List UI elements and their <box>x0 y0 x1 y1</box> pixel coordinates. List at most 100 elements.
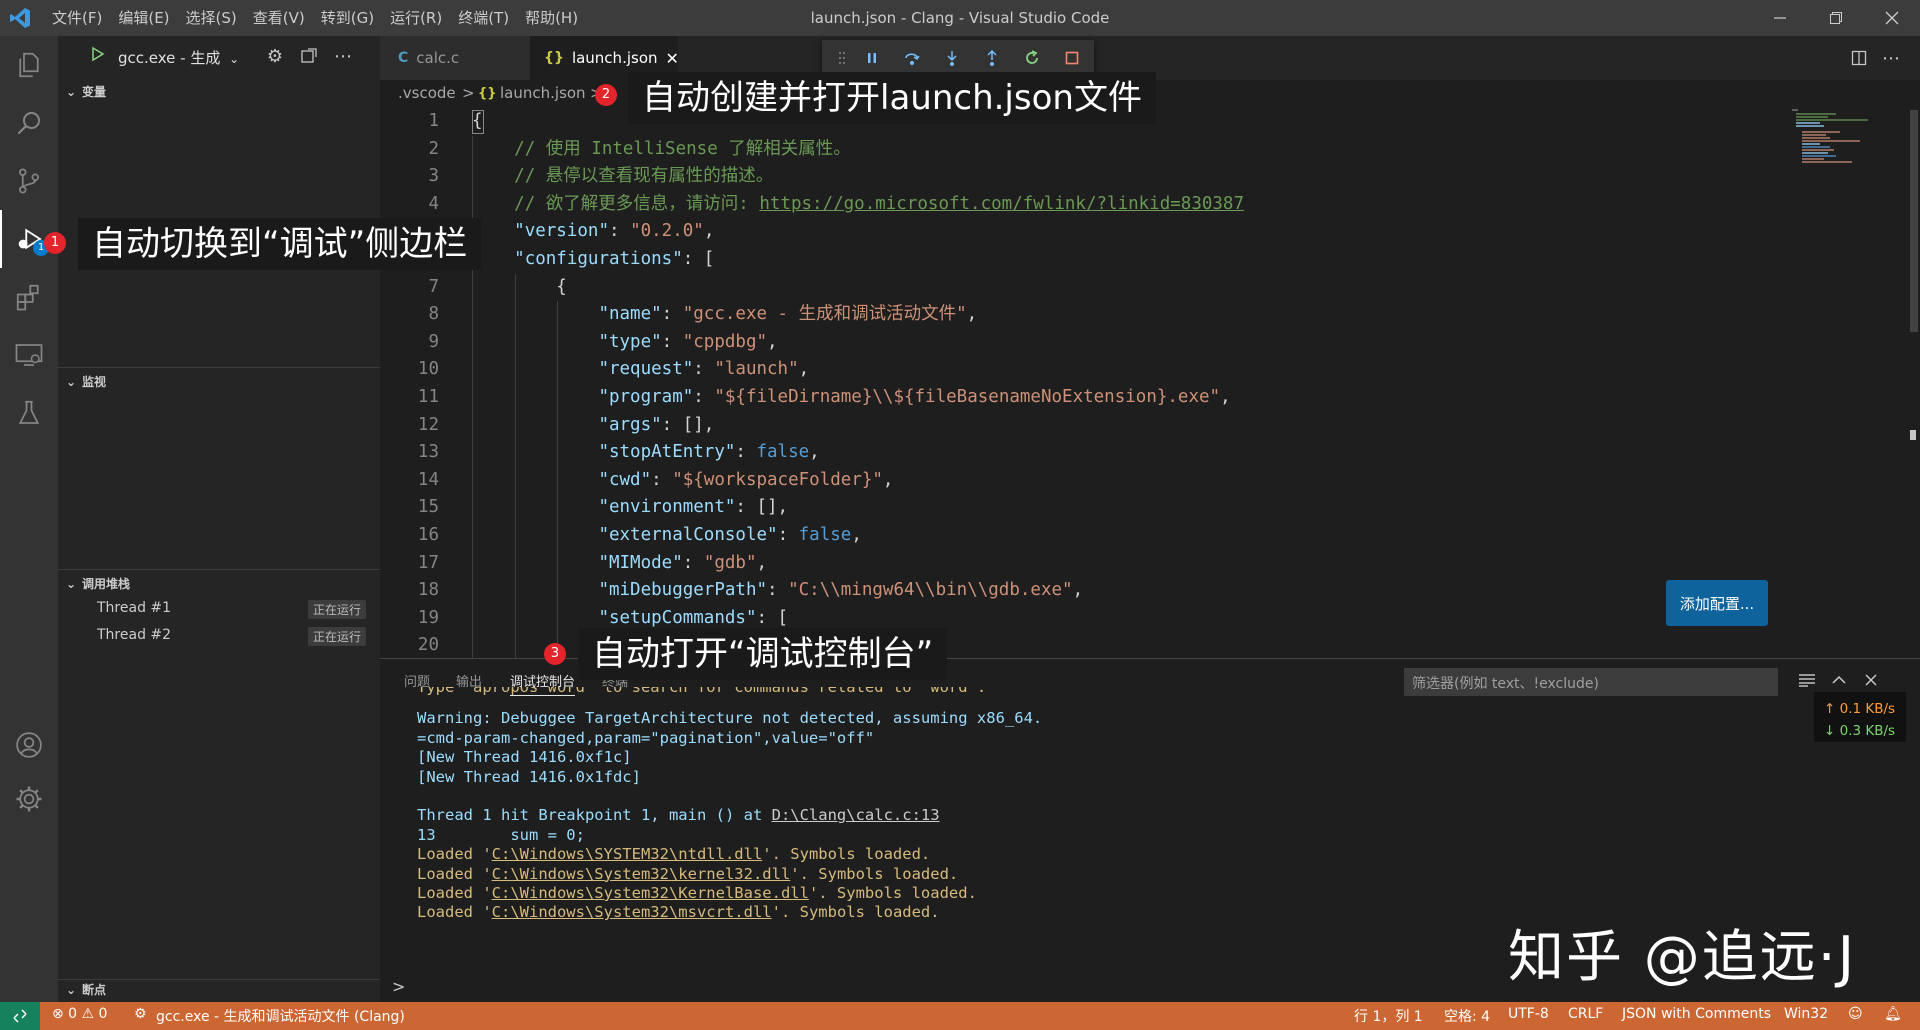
language-mode[interactable]: JSON with Comments <box>1622 1006 1771 1022</box>
menu-run[interactable]: 运行(R) <box>382 0 450 36</box>
activity-explorer[interactable] <box>0 36 58 94</box>
activity-remote-explorer[interactable] <box>0 326 58 384</box>
debug-config-select[interactable]: gcc.exe - 生成 ⌄ <box>118 47 239 68</box>
activity-manage[interactable] <box>0 770 58 828</box>
code-line: 5 "version": "0.2.0", <box>380 218 1780 246</box>
code-text: "name": "gcc.exe - 生成和调试活动文件", <box>598 304 978 325</box>
menu-file[interactable]: 文件(F) <box>44 0 110 36</box>
variables-section-header[interactable]: ⌄ 变量 <box>58 80 380 104</box>
minimize-button[interactable] <box>1752 0 1808 36</box>
restore-button[interactable] <box>1808 0 1864 36</box>
more-actions-icon[interactable]: ⋯ <box>332 45 354 67</box>
manage-gear-icon <box>16 786 42 812</box>
breadcrumb-file[interactable]: launch.json <box>500 84 586 102</box>
code-line: 2 // 使用 IntelliSense 了解相关属性。 <box>380 136 1780 164</box>
step-over-button[interactable] <box>892 43 932 73</box>
menu-terminal[interactable]: 终端(T) <box>450 0 517 36</box>
close-window-button[interactable] <box>1864 0 1920 36</box>
pause-button[interactable] <box>852 43 892 73</box>
menu-help[interactable]: 帮助(H) <box>517 0 586 36</box>
code-line: 8 "name": "gcc.exe - 生成和调试活动文件", <box>380 301 1780 329</box>
restart-button[interactable] <box>1012 43 1052 73</box>
source-control-icon <box>18 168 39 194</box>
breadcrumb-folder[interactable]: .vscode <box>398 84 456 102</box>
activity-source-control[interactable] <box>0 152 58 210</box>
code-text: { <box>472 276 567 297</box>
debug-console-filter-input[interactable]: 筛选器(例如 text、!exclude) <box>1404 668 1778 696</box>
stop-button[interactable] <box>1052 43 1092 73</box>
open-launch-json-gear-icon[interactable]: ⚙ <box>264 45 286 67</box>
collapse-all-icon[interactable] <box>1796 669 1818 691</box>
close-tab-icon[interactable]: ✕ <box>666 49 679 68</box>
scrollbar-thumb[interactable] <box>1910 110 1918 332</box>
call-stack-section-header[interactable]: ⌄ 调用堆栈 <box>58 572 380 596</box>
line-number: 4 <box>428 193 439 214</box>
status-bar: ⊗ 0 ⚠ 0 ⚙ gcc.exe - 生成和调试活动文件 (Clang) 行 … <box>0 1002 1920 1030</box>
menu-edit[interactable]: 编辑(E) <box>110 0 177 36</box>
remote-indicator[interactable] <box>0 1002 40 1030</box>
debug-sidebar: gcc.exe - 生成 ⌄ ⚙ ⋯ ⌄ 变量 ⌄ 监视 ⌄ 调用堆栈 Thre… <box>58 36 380 1002</box>
line-number: 17 <box>417 552 439 573</box>
feedback-icon[interactable]: ☺ <box>1848 1006 1863 1022</box>
close-panel-icon[interactable] <box>1860 669 1882 691</box>
code-text: "externalConsole": false, <box>598 525 862 545</box>
menu-selection[interactable]: 选择(S) <box>178 0 245 36</box>
code-line: 6 "configurations": [ <box>380 246 1780 274</box>
minimap[interactable] <box>1790 108 1900 168</box>
watch-section-header[interactable]: ⌄ 监视 <box>58 370 380 394</box>
tab-label: calc.c <box>416 49 460 67</box>
start-debugging-icon[interactable] <box>90 46 106 62</box>
debug-console-toggle-icon[interactable] <box>298 45 320 67</box>
step-out-button[interactable] <box>972 43 1012 73</box>
activity-accounts[interactable] <box>0 716 58 774</box>
activity-search[interactable] <box>0 94 58 152</box>
split-editor-icon[interactable] <box>1848 47 1870 69</box>
menu-view[interactable]: 查看(V) <box>245 0 313 36</box>
debug-toolbar <box>822 40 1094 76</box>
bracket-match-highlight <box>472 110 484 134</box>
code-text: "stopAtEntry": false, <box>598 442 820 463</box>
explorer-icon <box>19 52 39 78</box>
line-number: 3 <box>428 166 439 187</box>
thread-row[interactable]: Thread #1 正在运行 <box>58 596 380 622</box>
annotation-label: 自动打开“调试控制台” <box>578 628 948 680</box>
drag-handle-icon[interactable] <box>832 43 852 73</box>
step-into-icon <box>947 51 957 66</box>
search-icon <box>17 112 40 135</box>
menu-go[interactable]: 转到(G) <box>313 0 382 36</box>
indentation[interactable]: 空格: 4 <box>1444 1006 1490 1026</box>
restore-icon <box>1830 12 1842 24</box>
problems-count[interactable]: ⊗ 0 ⚠ 0 <box>52 1006 107 1022</box>
thread-row[interactable]: Thread #2 正在运行 <box>58 623 380 649</box>
more-actions-icon[interactable]: ⋯ <box>1880 47 1902 69</box>
network-speed-widget: ↑ 0.1 KB/s ↓ 0.3 KB/s <box>1814 692 1906 742</box>
activity-extensions[interactable] <box>0 268 58 326</box>
code-line: 4 // 欲了解更多信息，请访问: https://go.microsoft.c… <box>380 191 1780 219</box>
call-stack-label: 调用堆栈 <box>82 577 131 591</box>
encoding[interactable]: UTF-8 <box>1508 1006 1549 1022</box>
code-line: 15 "environment": [], <box>380 494 1780 522</box>
line-number: 20 <box>417 635 439 656</box>
notifications-bell-icon[interactable]: 🔔︎ <box>1884 1006 1902 1022</box>
editor-scrollbar[interactable] <box>1906 108 1920 658</box>
line-ending[interactable]: CRLF <box>1568 1006 1603 1022</box>
minimize-icon <box>1774 17 1786 19</box>
menu-bar: 文件(F) 编辑(E) 选择(S) 查看(V) 转到(G) 运行(R) 终端(T… <box>44 0 586 36</box>
chevron-down-icon: ⌄ <box>229 52 240 66</box>
tab-calc-c[interactable]: C calc.c <box>380 36 530 80</box>
activity-testing[interactable] <box>0 384 58 442</box>
line-number: 2 <box>428 138 439 159</box>
scrollbar-marker <box>1910 430 1916 440</box>
add-configuration-button[interactable]: 添加配置... <box>1666 580 1768 626</box>
maximize-panel-icon[interactable] <box>1828 669 1850 691</box>
line-number: 11 <box>417 387 439 407</box>
console-prompt[interactable]: > <box>392 977 405 996</box>
cursor-position[interactable]: 行 1，列 1 <box>1354 1006 1423 1026</box>
breakpoints-section-header[interactable]: ⌄ 断点 <box>58 978 380 1002</box>
step-into-button[interactable] <box>932 43 972 73</box>
tab-label: launch.json <box>571 49 658 67</box>
platform[interactable]: Win32 <box>1784 1006 1828 1022</box>
status-debug-config[interactable]: gcc.exe - 生成和调试活动文件 (Clang) <box>156 1006 405 1026</box>
code-editor[interactable]: 1{2 // 使用 IntelliSense 了解相关属性。 3 // 悬停以查看… <box>380 108 1920 658</box>
watch-label: 监视 <box>82 375 107 389</box>
